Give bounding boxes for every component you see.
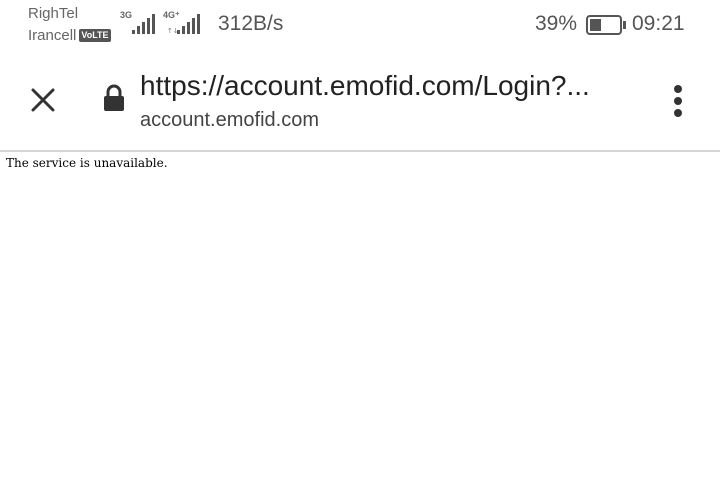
- url-domain[interactable]: account.emofid.com: [140, 109, 319, 132]
- carrier-row-sim2: Irancell VoLTE: [28, 27, 111, 44]
- url-title[interactable]: https://account.emofid.com/Login?...: [140, 70, 590, 102]
- carrier-name-sim2: Irancell: [28, 27, 77, 44]
- lock-icon[interactable]: [102, 83, 126, 113]
- battery-percent: 39%: [535, 12, 578, 35]
- battery-icon: [586, 15, 626, 35]
- close-icon: [31, 88, 55, 112]
- sim1-network-type: 3G: [120, 10, 133, 20]
- sim2-network-type: 4G⁺: [163, 10, 180, 20]
- status-bar: RighTel Irancell VoLTE 3G 4G⁺ ↑↓ 312B/s …: [0, 0, 720, 52]
- error-message: The service is unavailable.: [6, 156, 168, 170]
- clock: 09:21: [632, 12, 685, 35]
- volte-badge: VoLTE: [79, 29, 111, 42]
- network-speed: 312B/s: [218, 12, 284, 35]
- browser-toolbar: https://account.emofid.com/Login?... acc…: [0, 52, 720, 150]
- sim1-signal: 3G: [120, 10, 158, 36]
- more-options-button[interactable]: [668, 83, 688, 119]
- svg-text:↑↓: ↑↓: [167, 27, 179, 35]
- carrier-name-sim1: RighTel: [28, 5, 79, 22]
- sim2-signal: 4G⁺ ↑↓: [163, 10, 203, 36]
- toolbar-divider: [0, 150, 720, 152]
- close-button[interactable]: [26, 83, 60, 117]
